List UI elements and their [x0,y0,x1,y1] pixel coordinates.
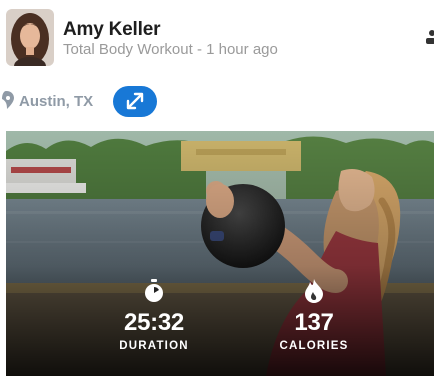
location-row: Austin, TX [0,82,434,122]
stopwatch-icon [145,279,163,302]
location-pin-icon [2,91,14,109]
user-name[interactable]: Amy Keller [63,19,160,41]
workout-post-card: Amy Keller Total Body Workout - 1 hour a… [0,0,434,376]
expand-button[interactable] [113,86,157,117]
workout-photo-image [6,131,434,376]
duration-value: 25:32 [124,309,184,336]
duration-stat: 25:32 DURATION [106,279,202,352]
calories-stat: 137 CALORIES [266,279,362,352]
avatar[interactable] [6,9,54,66]
flame-icon [305,279,323,303]
location-text: Austin, TX [19,93,94,110]
more-icon[interactable] [424,28,434,50]
calories-label: CALORIES [279,340,349,352]
calories-value: 137 [294,309,334,336]
expand-arrows-icon [126,92,144,110]
workout-subtitle: Total Body Workout - 1 hour ago [63,41,278,58]
duration-label: DURATION [119,340,189,352]
post-header: Amy Keller Total Body Workout - 1 hour a… [0,0,434,78]
workout-photo[interactable]: 25:32 DURATION 137 CALORIES [6,131,434,376]
